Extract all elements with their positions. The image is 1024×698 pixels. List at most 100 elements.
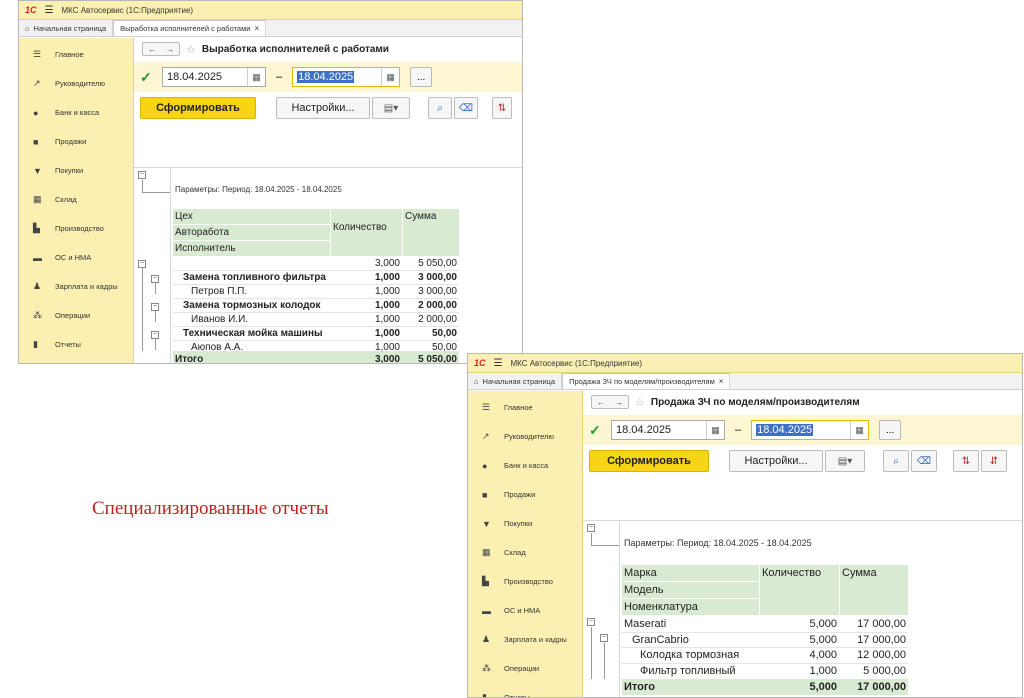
row-sum: 5 000,00	[863, 664, 906, 677]
generate-button[interactable]: Сформировать	[140, 97, 256, 119]
star-icon[interactable]: ☆	[635, 396, 645, 409]
close-icon[interactable]: ×	[254, 24, 259, 33]
settings-button[interactable]: Настройки...	[729, 450, 823, 472]
row-sum: 3 000,00	[418, 271, 457, 283]
header-work: Авторабота	[175, 227, 230, 238]
sidebar-item-manager[interactable]: ↗ Руководителю	[19, 69, 133, 98]
date-to-field[interactable]: 18.04.2025 ▦	[751, 420, 870, 440]
tab-home[interactable]: ⌂ Начальная страница	[19, 20, 114, 36]
slide-caption: Специализированные отчеты	[92, 498, 329, 519]
sidebar-item-operations[interactable]: ⁂ Операции	[468, 654, 582, 683]
header-item: Номенклатура	[624, 601, 698, 613]
tab-report[interactable]: Продажа ЗЧ по моделям/производителям ×	[562, 373, 731, 389]
sidebar-item-purchases[interactable]: ▼ Покупки	[468, 509, 582, 538]
row-sum: 50,00	[431, 327, 457, 339]
arrow-right-icon[interactable]: →	[166, 45, 174, 54]
sidebar-item-label: ОС и НМА	[504, 606, 541, 615]
period-select-button[interactable]: ...	[410, 67, 433, 87]
sidebar-item-production[interactable]: ▙ Производство	[468, 567, 582, 596]
header-quantity: Количество	[762, 567, 822, 579]
date-from-field[interactable]: 18.04.2025 ▦	[162, 67, 266, 87]
collapse-icon[interactable]: −	[600, 634, 608, 642]
sidebar-item-reports[interactable]: ▮ Отчеты	[468, 683, 582, 697]
bag-icon: ■	[33, 136, 39, 147]
sidebar-item-salary[interactable]: ♟ Зарплата и кадры	[468, 625, 582, 654]
sort-asc-icon[interactable]: ⇅	[953, 450, 979, 472]
search-cancel-icon[interactable]: ⌫	[454, 97, 478, 119]
sidebar-item-bank[interactable]: ● Банк и касса	[468, 451, 582, 480]
sort-desc-icon[interactable]: ⇵	[981, 450, 1007, 472]
variant-dropdown-icon[interactable]: ▤▾	[825, 450, 865, 472]
collapse-icon[interactable]: −	[151, 303, 159, 311]
collapse-icon[interactable]: −	[587, 618, 595, 626]
total-label: Итого	[624, 681, 656, 693]
tab-bar: ⌂ Начальная страница Выработка исполнител…	[19, 20, 522, 37]
sidebar-item-label: Главное	[504, 403, 533, 412]
sidebar-item-manager[interactable]: ↗ Руководителю	[468, 422, 582, 451]
arrow-left-icon[interactable]: ←	[597, 398, 605, 407]
period-row: ✓ 18.04.2025 ▦ – 18.04.2025 ▦ ...	[583, 415, 1022, 445]
factory-icon: ▙	[33, 223, 40, 233]
nav-back-forward[interactable]: ← →	[591, 395, 629, 409]
period-checkbox[interactable]: ✓	[589, 423, 603, 437]
sidebar: ☰ Главное ↗ Руководителю ● Банк и касса ■ Пр…	[468, 391, 583, 697]
sidebar-item-label: Покупки	[55, 166, 84, 175]
collapse-icon[interactable]: −	[151, 275, 159, 283]
menu-icon[interactable]: ☰	[45, 5, 54, 16]
calendar-icon[interactable]: ▦	[850, 421, 868, 439]
report-table: − Параметры: Период: 18.04.2025 - 18.04.…	[583, 520, 1022, 697]
date-to-field[interactable]: 18.04.2025 ▦	[292, 67, 401, 87]
period-row: ✓ 18.04.2025 ▦ – 18.04.2025 ▦ ...	[134, 62, 522, 92]
sidebar-item-assets[interactable]: ▬ ОС и НМА	[19, 243, 133, 272]
collapse-icon[interactable]: −	[151, 331, 159, 339]
arrow-left-icon[interactable]: ←	[148, 45, 156, 54]
settings-button[interactable]: Настройки...	[276, 97, 370, 119]
1c-logo: 1С	[25, 5, 37, 15]
sidebar-item-sales[interactable]: ■ Продажи	[19, 127, 133, 156]
sidebar-item-operations[interactable]: ⁂ Операции	[19, 301, 133, 330]
sidebar-item-warehouse[interactable]: ▦ Склад	[468, 538, 582, 567]
sidebar-item-production[interactable]: ▙ Производство	[19, 214, 133, 243]
sidebar-item-label: Производство	[55, 224, 104, 233]
variant-dropdown-icon[interactable]: ▤▾	[372, 97, 410, 119]
sidebar-item-label: Руководителю	[504, 432, 555, 441]
sidebar-item-sales[interactable]: ■ Продажи	[468, 480, 582, 509]
sidebar-item-purchases[interactable]: ▼ Покупки	[19, 156, 133, 185]
period-select-button[interactable]: ...	[879, 420, 902, 440]
sidebar-item-label: Производство	[504, 577, 553, 586]
sidebar-item-assets[interactable]: ▬ ОС и НМА	[468, 596, 582, 625]
calendar-icon[interactable]: ▦	[381, 68, 399, 86]
search-icon[interactable]: ⌕	[428, 97, 452, 119]
report-window-parts-sales: 1С ☰ МКС Автосервис (1С:Предприятие) ⌂ На…	[467, 353, 1023, 698]
sort-icon[interactable]: ⇅	[492, 97, 512, 119]
sidebar-item-main[interactable]: ☰ Главное	[468, 393, 582, 422]
search-cancel-icon[interactable]: ⌫	[911, 450, 937, 472]
period-dash: –	[735, 424, 742, 436]
calendar-icon[interactable]: ▦	[706, 421, 724, 439]
sidebar-item-main[interactable]: ☰ Главное	[19, 40, 133, 69]
generate-button[interactable]: Сформировать	[589, 450, 709, 472]
header-brand: Марка	[624, 567, 657, 579]
report-params: Параметры: Период: 18.04.2025 - 18.04.20…	[175, 185, 342, 194]
nav-back-forward[interactable]: ← →	[142, 42, 180, 56]
menu-icon[interactable]: ☰	[494, 358, 503, 369]
collapse-icon[interactable]: −	[138, 260, 146, 268]
sidebar-item-label: Банк и касса	[55, 108, 100, 117]
date-from-field[interactable]: 18.04.2025 ▦	[611, 420, 725, 440]
collapse-icon[interactable]: −	[587, 524, 595, 532]
sidebar-item-salary[interactable]: ♟ Зарплата и кадры	[19, 272, 133, 301]
sidebar-item-bank[interactable]: ● Банк и касса	[19, 98, 133, 127]
calendar-icon[interactable]: ▦	[247, 68, 265, 86]
app-title: МКС Автосервис (1С:Предприятие)	[61, 5, 194, 15]
sidebar-item-reports[interactable]: ▮ Отчеты	[19, 330, 133, 359]
arrow-right-icon[interactable]: →	[615, 398, 623, 407]
date-from-value: 18.04.2025	[616, 424, 672, 436]
period-checkbox[interactable]: ✓	[140, 70, 154, 84]
tab-report[interactable]: Выработка исполнителей с работами ×	[113, 20, 267, 36]
tab-home[interactable]: ⌂ Начальная страница	[468, 373, 563, 389]
star-icon[interactable]: ☆	[186, 43, 196, 56]
sidebar-item-warehouse[interactable]: ▦ Склад	[19, 185, 133, 214]
collapse-icon[interactable]: −	[138, 171, 146, 179]
close-icon[interactable]: ×	[719, 377, 724, 386]
search-icon[interactable]: ⌕	[883, 450, 909, 472]
